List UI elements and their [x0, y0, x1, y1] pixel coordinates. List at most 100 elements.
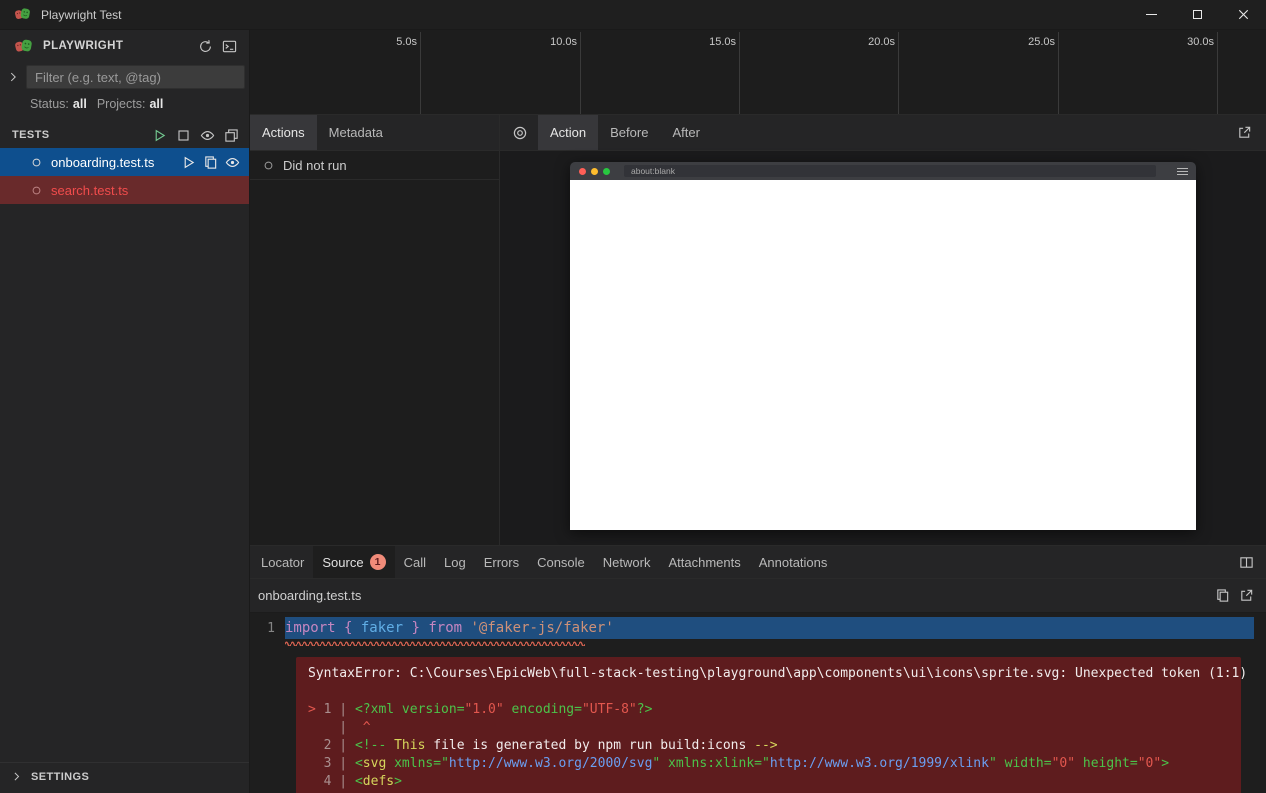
error-caret-line: | ^	[308, 719, 1231, 737]
chevron-right-icon[interactable]	[6, 70, 20, 84]
circle-status-icon	[262, 159, 275, 172]
error-count-badge: 1	[370, 554, 386, 570]
pick-locator-button[interactable]	[506, 119, 534, 147]
traffic-light-green	[603, 168, 610, 175]
maximize-icon	[1193, 10, 1202, 19]
tab-network[interactable]: Network	[594, 546, 660, 578]
watch-all-button[interactable]	[195, 123, 219, 147]
traffic-lights	[579, 168, 610, 175]
toggle-layout-button[interactable]	[1234, 550, 1258, 574]
play-icon	[152, 128, 167, 143]
error-squiggle	[285, 639, 585, 646]
projects-label: Projects:	[97, 97, 146, 111]
toggle-output-button[interactable]	[217, 34, 241, 58]
open-source-button[interactable]	[1234, 584, 1258, 608]
playwright-logo-icon	[14, 37, 33, 56]
sidebar-header: PLAYWRIGHT	[0, 30, 249, 62]
circle-status-icon	[30, 156, 43, 169]
timeline-tick-label: 25.0s	[1028, 36, 1055, 48]
sidebar: PLAYWRIGHT Status:all Projects:all TESTS	[0, 30, 250, 793]
tab-after[interactable]: After	[660, 115, 711, 150]
tab-console[interactable]: Console	[528, 546, 594, 578]
timeline[interactable]: 5.0s 10.0s 15.0s 20.0s 25.0s 30.0s	[250, 30, 1266, 115]
test-file-onboarding[interactable]: onboarding.test.ts	[0, 148, 249, 176]
browser-chrome: about:blank	[570, 162, 1196, 180]
page-content	[570, 180, 1196, 530]
minimize-button[interactable]	[1128, 0, 1174, 30]
details-tabbar: Locator Source 1 Call Log Errors Console…	[250, 546, 1266, 579]
reload-tests-button[interactable]	[193, 34, 217, 58]
tab-log[interactable]: Log	[435, 546, 475, 578]
stop-icon	[176, 128, 191, 143]
maximize-button[interactable]	[1174, 0, 1220, 30]
tab-errors[interactable]: Errors	[475, 546, 528, 578]
stop-button[interactable]	[171, 123, 195, 147]
minimize-icon	[1146, 14, 1157, 15]
source-code-view[interactable]: 1 import { faker } from '@faker-js/faker…	[250, 614, 1266, 793]
tab-attachments[interactable]: Attachments	[659, 546, 749, 578]
run-all-button[interactable]	[147, 123, 171, 147]
split-columns-icon	[1239, 555, 1254, 570]
tab-source[interactable]: Source 1	[313, 546, 394, 578]
snapshot-viewport: about:blank	[500, 151, 1266, 545]
tab-before[interactable]: Before	[598, 115, 660, 150]
source-location-button[interactable]	[199, 151, 221, 173]
address-bar: about:blank	[624, 165, 1156, 177]
timeline-gridline	[898, 32, 899, 114]
eye-icon	[200, 128, 215, 143]
actions-panel: Actions Metadata Did not run	[250, 115, 500, 545]
status-value: all	[73, 97, 87, 111]
error-code-line: > 1 | <?xml version="1.0" encoding="UTF-…	[308, 701, 1231, 719]
timeline-tick-label: 5.0s	[396, 36, 417, 48]
title-bar: Playwright Test	[0, 0, 1266, 30]
details-panel: Locator Source 1 Call Log Errors Console…	[250, 545, 1266, 793]
timeline-tick-label: 10.0s	[550, 36, 577, 48]
menu-icon	[1177, 168, 1188, 175]
timeline-tick-label: 20.0s	[868, 36, 895, 48]
sidebar-brand-label: PLAYWRIGHT	[43, 40, 123, 52]
filter-input[interactable]	[26, 65, 245, 89]
external-link-icon	[1237, 125, 1252, 140]
close-icon	[1236, 7, 1251, 22]
run-test-button[interactable]	[177, 151, 199, 173]
tests-section-header: TESTS	[0, 122, 249, 148]
timeline-tick-label: 30.0s	[1187, 36, 1214, 48]
watch-test-button[interactable]	[221, 151, 243, 173]
tab-call[interactable]: Call	[395, 546, 435, 578]
chevron-right-icon	[10, 770, 23, 783]
browser-snapshot: about:blank	[570, 162, 1196, 530]
app-window: Playwright Test PLAYWRIGHT	[0, 0, 1266, 793]
filter-status-row[interactable]: Status:all Projects:all	[0, 92, 249, 116]
error-code-line: 2 | <!-- This file is generated by npm r…	[308, 737, 1231, 755]
play-icon	[181, 155, 196, 170]
test-file-search[interactable]: search.test.ts	[0, 176, 249, 204]
timeline-gridline	[739, 32, 740, 114]
external-link-icon	[1239, 588, 1254, 603]
address-url: about:blank	[631, 166, 675, 176]
circle-status-icon	[30, 184, 43, 197]
copy-source-button[interactable]	[1210, 584, 1234, 608]
tab-metadata[interactable]: Metadata	[317, 115, 395, 150]
timeline-gridline	[1058, 32, 1059, 114]
highlighted-code: import { faker } from '@faker-js/faker'	[285, 617, 1254, 639]
error-heading: SyntaxError: C:\Courses\EpicWeb\full-sta…	[308, 665, 1231, 683]
terminal-icon	[222, 39, 237, 54]
tab-action[interactable]: Action	[538, 115, 598, 150]
settings-section-header[interactable]: SETTINGS	[0, 762, 249, 790]
snapshot-toolbar: Action Before After	[500, 115, 1266, 151]
copy-icon	[1215, 588, 1230, 603]
collapse-all-button[interactable]	[219, 123, 243, 147]
did-not-run-row: Did not run	[250, 151, 499, 180]
tab-annotations[interactable]: Annotations	[750, 546, 837, 578]
open-snapshot-button[interactable]	[1230, 119, 1258, 147]
tab-source-label: Source	[322, 555, 363, 570]
error-code-line: 4 | <defs>	[308, 773, 1231, 791]
main-area: 5.0s 10.0s 15.0s 20.0s 25.0s 30.0s Actio…	[250, 30, 1266, 793]
source-file-title: onboarding.test.ts	[258, 588, 361, 603]
timeline-gridline	[420, 32, 421, 114]
copy-file-icon	[203, 155, 218, 170]
tab-locator[interactable]: Locator	[252, 546, 313, 578]
tab-actions[interactable]: Actions	[250, 115, 317, 150]
eye-icon	[225, 155, 240, 170]
close-button[interactable]	[1220, 0, 1266, 30]
